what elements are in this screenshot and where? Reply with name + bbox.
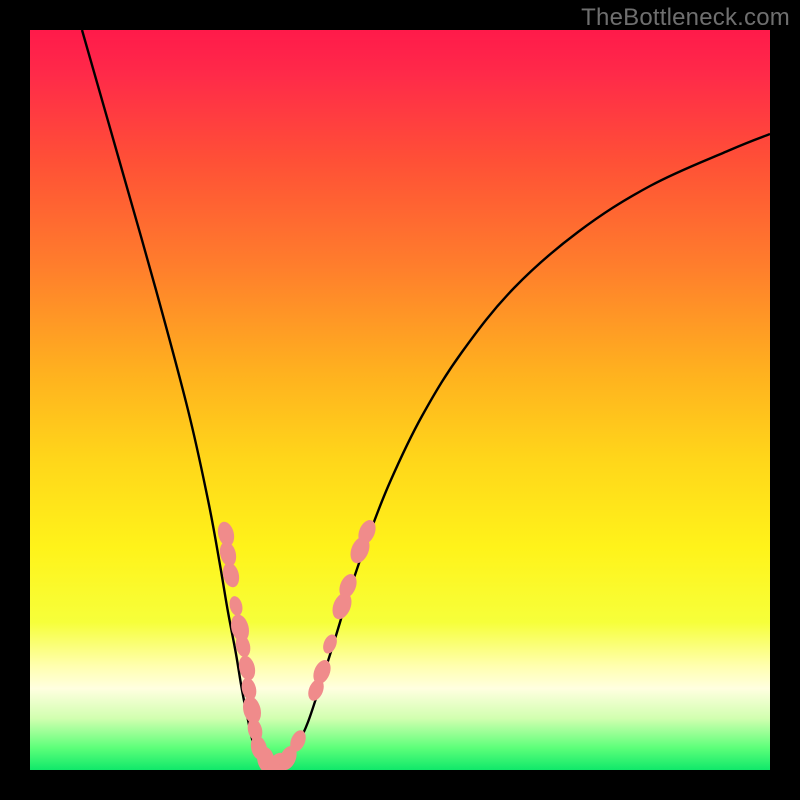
watermark-text: TheBottleneck.com <box>581 4 790 32</box>
chart-frame: TheBottleneck.com <box>0 0 800 800</box>
plot-area <box>30 30 770 770</box>
chart-svg <box>30 30 770 770</box>
gradient-background <box>30 30 770 770</box>
